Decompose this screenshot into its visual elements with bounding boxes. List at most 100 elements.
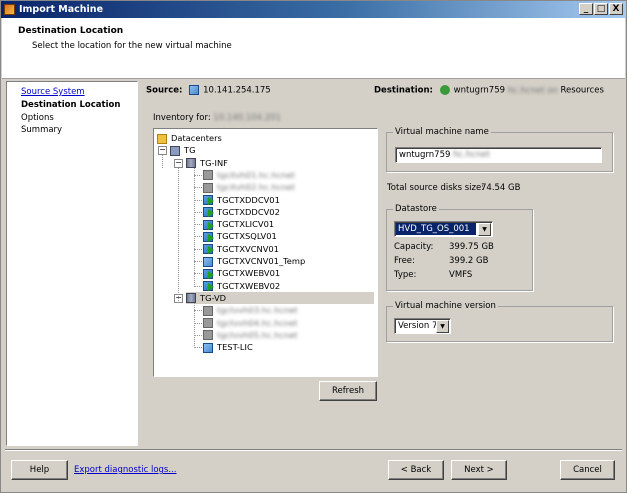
destination-suffix: Resources [560,85,604,96]
step-source-system[interactable]: Source System [21,87,85,97]
collapse-toggle-icon[interactable]: − [158,146,167,156]
tree-node-item[interactable]: tgctvvh05.hc.hcnet [203,329,298,341]
computer-icon [189,85,200,95]
tree-connector [178,167,179,303]
host-icon [203,330,213,341]
source-info: Source: 10.141.254.175 [146,85,271,96]
vm-off-icon [203,342,213,353]
vm-version-selected: Version 7 [398,321,438,331]
tree-node-item[interactable]: TGCTXSQLV01 [203,230,277,242]
tree-node-item[interactable]: TGCTXWEBV02 [203,280,280,292]
tree-connector [194,167,195,287]
tree-node-label: TG [184,145,196,156]
datastore-select[interactable]: HVD_TG_OS_001 ▼ [394,221,493,237]
step-summary: Summary [21,125,63,135]
tree-node-label: TGCTXWEBV02 [217,280,281,291]
inventory-tree[interactable]: Datacenters − TG − TG-INF tgcitvh01.hc.hcnet t… [153,128,378,377]
tree-node-cluster[interactable]: TG-INF [186,157,228,169]
tree-node-item[interactable]: TGCTXDDCV01 [203,194,280,206]
vm-on-icon [203,268,214,279]
host-icon [203,318,213,328]
vm-on-icon [203,281,214,292]
tree-node-item[interactable]: TGCTXDDCV02 [203,206,280,218]
tree-node-label: TGCTXVCNV01 [217,243,279,254]
app-icon [4,4,15,15]
vm-off-icon [203,256,213,267]
tree-node-item[interactable]: tgctvvh03.hc.hcnet [203,304,298,316]
source-label: Source: [146,85,183,96]
vm-version-label: Virtual machine version [393,301,498,311]
window-title: Import Machine [19,4,104,15]
destination-info: Destination: wntugrn759 hc.hcnet on Reso… [374,85,604,96]
vm-name-label: Virtual machine name [393,127,491,137]
step-options: Options [21,113,54,123]
tree-node-cluster[interactable]: TG-VD [186,291,374,304]
tree-connector [194,199,202,201]
vm-on-icon [203,231,214,242]
tree-node-label: tgctvvh05.hc.hcnet [217,329,298,340]
tree-node-item[interactable]: TGCTXWEBV01 [203,267,280,279]
title-bar: Import Machine _ □ X [1,1,626,18]
tree-node-datacenter[interactable]: TG [170,144,196,156]
dc-icon [170,145,180,156]
cancel-button[interactable]: Cancel [560,460,615,480]
tree-node-label: TG-INF [200,157,228,168]
help-button[interactable]: Help [11,460,68,480]
export-logs-link[interactable]: Export diagnostic logs... [74,465,176,475]
disk-size-label: Total source disks size: [387,183,485,193]
tree-node-item[interactable]: TEST-LIC [203,341,253,353]
back-button[interactable]: < Back [388,460,444,480]
vm-name-value: wntugrn759 [399,150,451,160]
next-button[interactable]: Next > [451,460,507,480]
tree-node-item[interactable]: tgcitvh02.hc.hcnet [203,181,295,193]
tree-node-label: tgcitvh02.hc.hcnet [217,182,295,193]
tree-node-item[interactable]: TGCTXVCNV01 [203,243,279,255]
tree-node-item[interactable]: TGCTXVCNV01_Temp [203,255,305,267]
type-value: VMFS [449,270,473,280]
tree-connector [194,273,202,275]
datastore-selected: HVD_TG_OS_001 [396,223,476,235]
tree-node-label: TG-VD [200,292,227,303]
close-button[interactable]: X [609,3,623,15]
import-machine-window: Import Machine _ □ X Destination Locatio… [0,0,627,493]
page-subtitle: Select the location for the new virtual … [32,41,232,51]
footer-divider [5,449,622,451]
tree-node-item[interactable]: tgctvvh04.hc.hcnet [203,317,298,329]
destination-blurred: hc.hcnet on [507,85,558,96]
vm-version-select[interactable]: Version 7 ▼ [394,318,451,334]
tree-node-label: TGCTXDDCV01 [217,194,280,205]
tree-connector [194,347,202,349]
tree-node-item[interactable]: tgcitvh01.hc.hcnet [203,169,295,181]
vm-name-input[interactable]: wntugrn759 hc.hcnet [395,147,602,163]
tree-connector [194,334,202,336]
tree-connector [194,285,202,287]
host-icon [203,182,213,193]
disk-size-value: 74.54 GB [481,183,521,193]
tree-connector [162,155,163,168]
tree-node-label: TGCTXWEBV01 [217,268,281,279]
vm-on-icon [203,195,214,205]
inventory-label: Inventory for: [153,113,211,123]
step-destination-location: Destination Location [21,100,121,110]
tree-node-label: tgcitvh01.hc.hcnet [217,169,295,180]
chevron-down-icon[interactable]: ▼ [436,320,449,333]
tree-connector [194,322,202,324]
refresh-button[interactable]: Refresh [319,381,377,401]
host-icon [203,305,213,316]
tree-node-label: TGCTXDDCV02 [217,206,280,217]
minimize-button[interactable]: _ [579,3,593,15]
maximize-button[interactable]: □ [594,3,608,15]
type-label: Type: [394,270,417,280]
source-value: 10.141.254.175 [203,85,271,96]
tree-node-label: tgctvvh04.hc.hcnet [217,317,298,328]
collapse-toggle-icon[interactable]: − [174,158,183,168]
tree-node-item[interactable]: TGCTXLICV01 [203,218,274,230]
tree-node-label: TGCTXVCNV01_Temp [217,256,306,266]
tree-connector [194,224,202,226]
tree-node-datacenters[interactable]: Datacenters [157,132,222,144]
wizard-header: Destination Location Select the location… [2,18,625,79]
vcenter-icon [439,85,450,95]
folder-icon [157,133,167,144]
tree-connector [194,236,202,238]
chevron-down-icon[interactable]: ▼ [478,223,491,236]
